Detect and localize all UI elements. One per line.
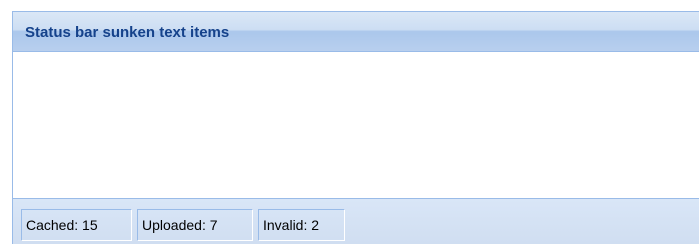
status-item-cached: Cached: 15	[21, 209, 132, 241]
status-bar: Cached: 15 Uploaded: 7 Invalid: 2	[13, 198, 699, 244]
panel-body	[13, 52, 699, 198]
status-bar-panel: Status bar sunken text items Cached: 15 …	[12, 11, 699, 244]
status-item-uploaded: Uploaded: 7	[137, 209, 253, 241]
status-item-invalid: Invalid: 2	[258, 209, 345, 241]
panel-header: Status bar sunken text items	[13, 12, 699, 52]
panel-title: Status bar sunken text items	[25, 24, 230, 41]
